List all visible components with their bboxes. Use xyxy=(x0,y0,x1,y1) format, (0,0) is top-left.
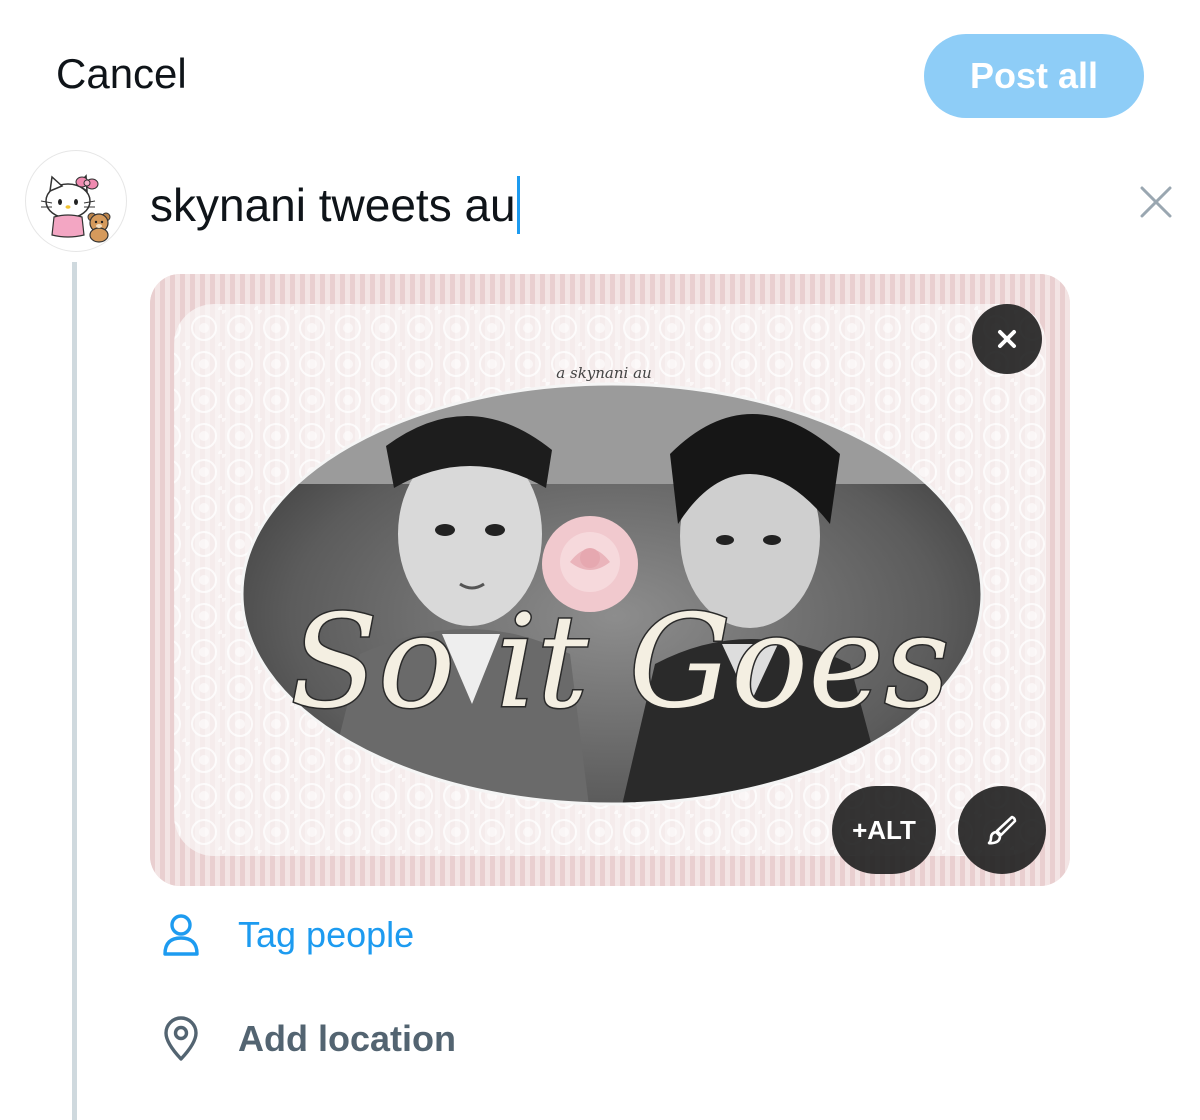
edit-image-button[interactable] xyxy=(958,786,1046,874)
thread-line xyxy=(72,262,77,1120)
paintbrush-icon xyxy=(987,815,1017,845)
hello-kitty-avatar-icon xyxy=(40,174,111,243)
text-caret xyxy=(516,176,520,234)
tag-people-label: Tag people xyxy=(238,914,415,955)
add-location-label: Add location xyxy=(238,1018,456,1059)
post-all-button[interactable]: Post all xyxy=(924,34,1144,118)
close-icon xyxy=(998,330,1016,348)
compose-screen: Cancel Post all skynani tweets au a skyn… xyxy=(0,0,1200,1120)
avatar[interactable] xyxy=(25,150,127,252)
add-location-button[interactable]: Add location xyxy=(158,1016,456,1062)
tag-people-button[interactable]: Tag people xyxy=(158,912,414,958)
attached-image[interactable]: a skynani au So it Goes +ALT xyxy=(150,274,1070,886)
location-pin-icon xyxy=(158,1016,204,1062)
add-alt-text-button[interactable]: +ALT xyxy=(832,786,936,874)
image-title: So it Goes xyxy=(290,588,949,737)
image-artwork: a skynani au So it Goes xyxy=(150,274,1070,886)
cancel-button[interactable]: Cancel xyxy=(56,50,187,98)
compose-text: skynani tweets au xyxy=(150,179,516,231)
image-caption: a skynani au xyxy=(556,364,651,382)
close-icon xyxy=(1140,186,1172,218)
remove-image-button[interactable] xyxy=(972,304,1042,374)
compose-input[interactable]: skynani tweets au xyxy=(150,176,520,234)
remove-post-button[interactable] xyxy=(1134,180,1178,224)
person-icon xyxy=(158,912,204,958)
